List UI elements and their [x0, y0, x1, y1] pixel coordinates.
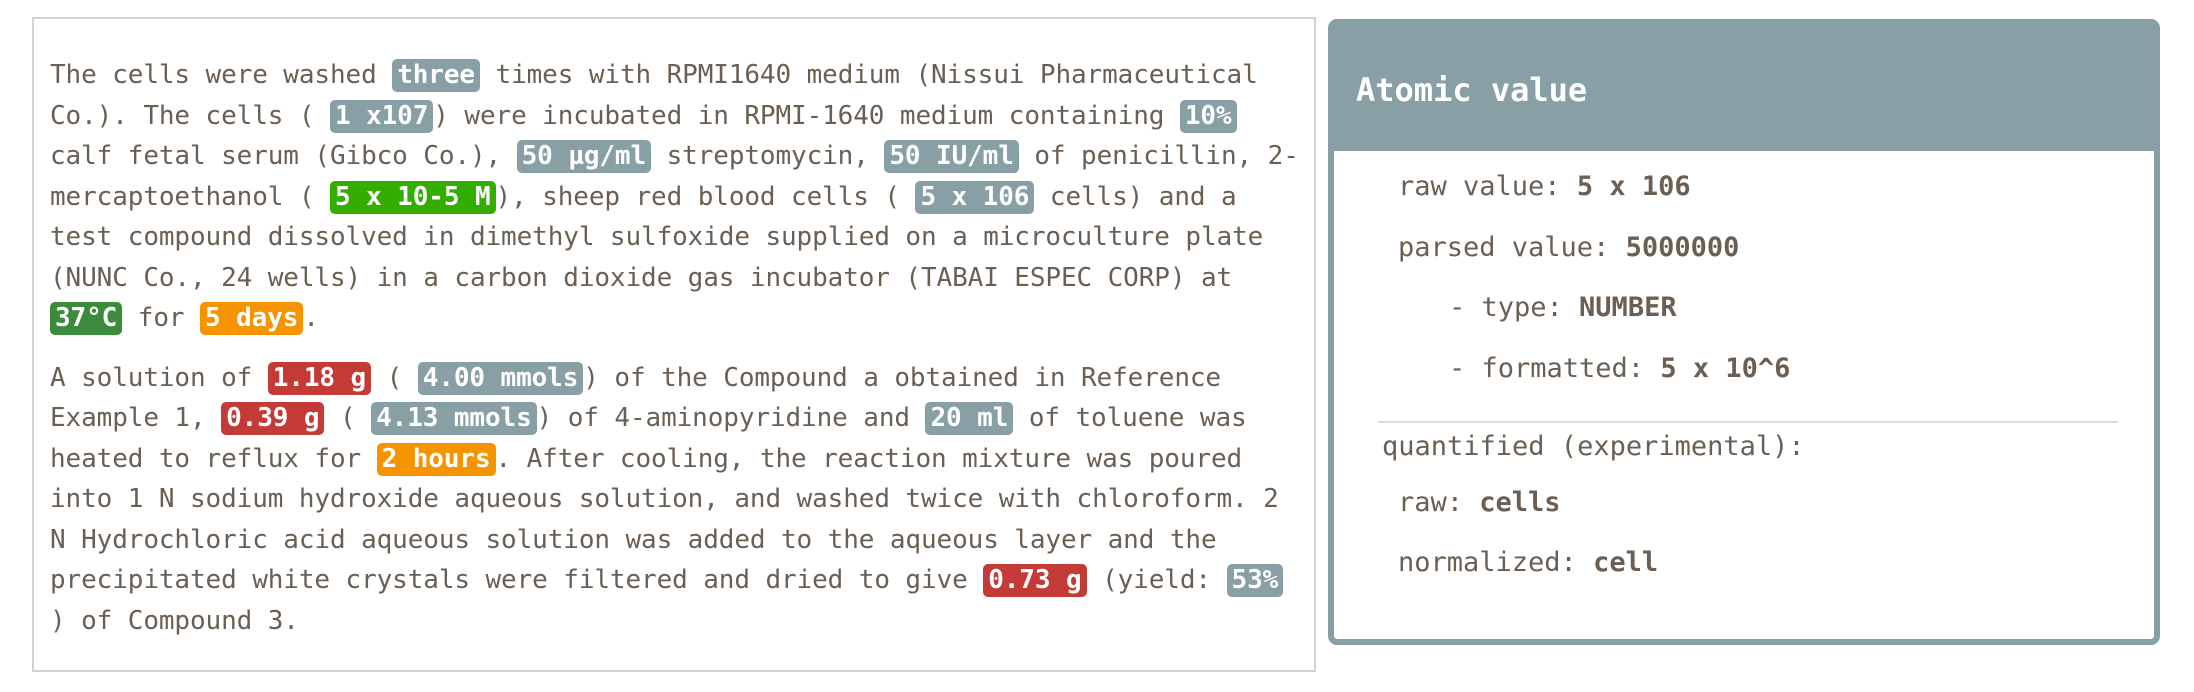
- raw-value-row: raw value: 5 x 106: [1398, 171, 1691, 202]
- entity-tag-count[interactable]: 4.00 mmols: [417, 361, 584, 395]
- parsed-value-label: parsed value:: [1398, 232, 1626, 263]
- parsed-value-row: parsed value: 5000000: [1398, 232, 1739, 263]
- plain-text: ) of Compound 3.: [50, 605, 299, 636]
- raw-value-label: raw value:: [1398, 171, 1577, 202]
- type-row: - type: NUMBER: [1449, 292, 1677, 323]
- entity-tag-mass[interactable]: 1.18 g: [267, 361, 372, 395]
- plain-text: calf fetal serum (Gibco Co.),: [50, 141, 517, 171]
- plain-text: ), sheep red blood cells (: [495, 181, 916, 212]
- formatted-label: - formatted:: [1449, 353, 1661, 384]
- quantified-raw-label: raw:: [1398, 487, 1480, 518]
- entity-tag-mass[interactable]: 0.39 g: [221, 402, 325, 435]
- panel-header: Atomic value: [1334, 25, 2154, 151]
- entity-tag-count[interactable]: 4.13 mmols: [371, 402, 537, 435]
- entity-tag-count[interactable]: 50 µg/ml: [516, 140, 652, 173]
- entity-tag-count[interactable]: three: [392, 59, 480, 92]
- quantified-normalized-value: cell: [1593, 547, 1659, 578]
- parsed-value: 5000000: [1625, 232, 1740, 263]
- entity-tag-count[interactable]: 53%: [1226, 564, 1284, 597]
- plain-text: ) were incubated in RPMI-1640 medium con…: [433, 100, 1180, 131]
- paragraph-2: A solution of 1.18 g ( 4.00 mmols) of th…: [50, 358, 1300, 642]
- plain-text: streptomycin,: [651, 141, 885, 171]
- quantified-raw-value: cells: [1479, 487, 1561, 518]
- entity-tag-count[interactable]: 50 IU/ml: [884, 140, 1019, 173]
- type-value: NUMBER: [1579, 292, 1677, 323]
- entity-tag-time[interactable]: 5 days: [200, 302, 304, 335]
- quantified-normalized-row: normalized: cell: [1398, 547, 1658, 578]
- entity-tag-conc[interactable]: 5 x 10-5 M: [329, 180, 496, 214]
- entity-tag-time[interactable]: 2 hours: [376, 442, 496, 476]
- divider: [1378, 421, 2118, 423]
- paragraph-1: The cells were washed three times with R…: [50, 55, 1300, 339]
- plain-text: .: [303, 303, 319, 333]
- plain-text: (: [371, 362, 418, 393]
- entity-tag-count[interactable]: 20 ml: [925, 402, 1014, 435]
- quantified-raw-row: raw: cells: [1398, 487, 1561, 518]
- raw-value: 5 x 106: [1576, 171, 1691, 202]
- plain-text: The cells were washed: [50, 60, 393, 90]
- entity-tag-count[interactable]: 10%: [1179, 99, 1237, 133]
- quantified-normalized-label: normalized:: [1398, 547, 1594, 578]
- annotated-document: The cells were washed three times with R…: [32, 17, 1316, 672]
- document-body: The cells were washed three times with R…: [50, 55, 1300, 660]
- quantified-heading: quantified (experimental):: [1382, 431, 1805, 462]
- formatted-row: - formatted: 5 x 10^6: [1449, 353, 1790, 384]
- type-label: - type:: [1449, 292, 1580, 323]
- entity-tag-count[interactable]: 5 x 106: [915, 180, 1035, 214]
- entity-tag-temp[interactable]: 37°C: [50, 302, 123, 335]
- panel-title: Atomic value: [1356, 71, 1588, 109]
- plain-text: for: [122, 303, 200, 333]
- plain-text: (yield:: [1086, 565, 1227, 595]
- entity-tag-mass[interactable]: 0.73 g: [983, 564, 1087, 597]
- plain-text: A solution of: [50, 362, 268, 393]
- atomic-value-panel: Atomic value raw value: 5 x 106 parsed v…: [1328, 19, 2160, 645]
- plain-text: (: [324, 403, 372, 433]
- plain-text: ) of 4-aminopyridine and: [536, 403, 926, 433]
- formatted-value: 5 x 10^6: [1660, 353, 1791, 384]
- entity-tag-count[interactable]: 1 x107: [329, 99, 434, 133]
